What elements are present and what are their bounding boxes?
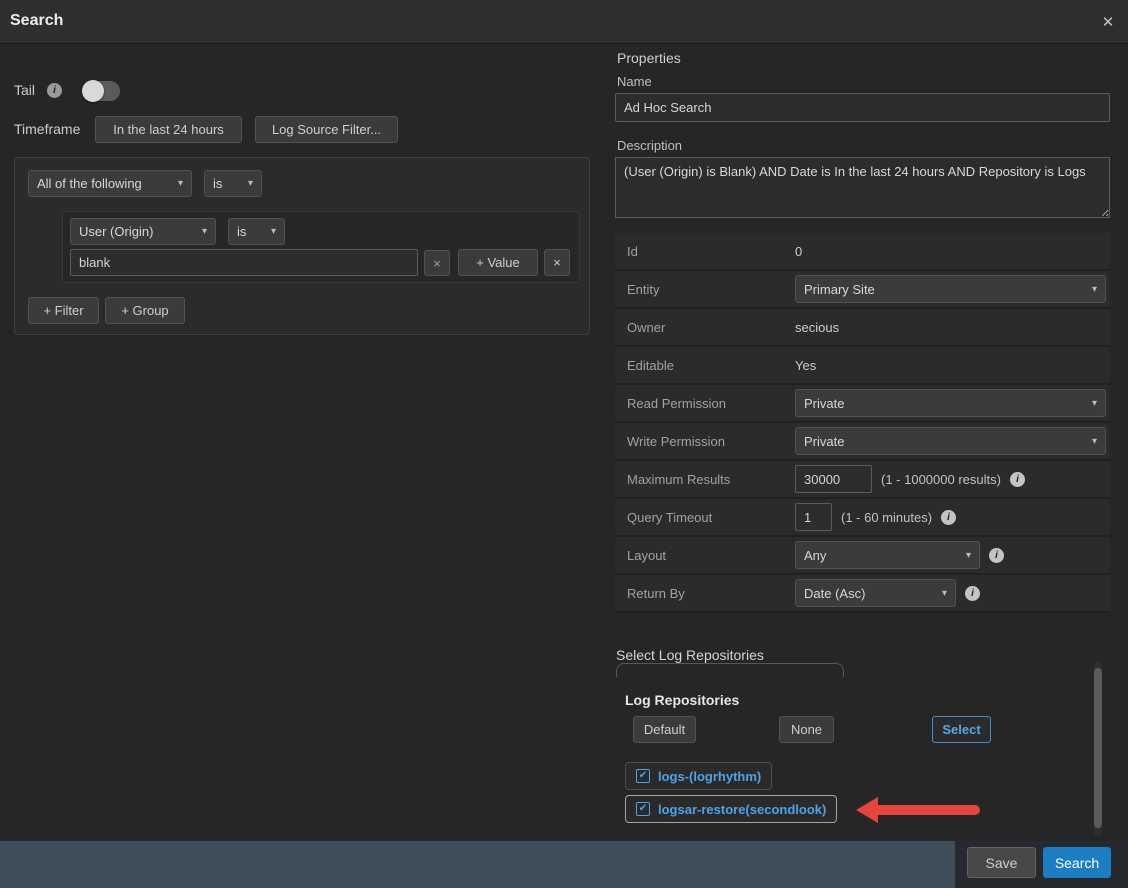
read-permission-select[interactable]: Private ▾ (795, 389, 1106, 417)
chevron-down-icon: ▾ (1092, 436, 1097, 447)
owner-value: secious (795, 320, 839, 335)
toggle-knob (82, 80, 104, 102)
properties-table: Id 0 Entity Primary Site ▾ Owner secious… (615, 233, 1110, 613)
return-by-select[interactable]: Date (Asc) ▾ (795, 579, 956, 607)
close-icon[interactable]: ✕ (1098, 12, 1118, 32)
chevron-down-icon: ▾ (271, 226, 276, 237)
description-label: Description (617, 138, 682, 153)
group-condition-value: is (213, 176, 222, 191)
select-button[interactable]: Select (932, 716, 991, 743)
property-row-entity: Entity Primary Site ▾ (615, 271, 1110, 309)
add-value-button[interactable]: + Value (458, 249, 538, 276)
info-icon[interactable]: i (47, 83, 62, 98)
repo-scrollbar-thumb[interactable] (1094, 668, 1102, 828)
property-row-owner: Owner secious (615, 309, 1110, 347)
repo-item-logs-logrhythm[interactable]: ✔ logs-(logrhythm) (625, 762, 772, 790)
properties-header: Properties (617, 50, 681, 66)
field-condition-value: is (237, 224, 246, 239)
chevron-down-icon: ▾ (248, 178, 253, 189)
maximum-results-hint: (1 - 1000000 results) (881, 472, 1001, 487)
red-arrow-tail (876, 805, 980, 815)
tail-toggle[interactable] (84, 81, 120, 101)
query-timeout-input[interactable] (795, 503, 832, 531)
none-button[interactable]: None (779, 716, 834, 743)
chevron-down-icon: ▾ (966, 550, 971, 561)
id-value: 0 (795, 244, 802, 259)
property-row-write-permission: Write Permission Private ▾ (615, 423, 1110, 461)
property-row-maximum-results: Maximum Results (1 - 1000000 results) i (615, 461, 1110, 499)
info-icon[interactable]: i (941, 510, 956, 525)
remove-filter-button[interactable]: × (544, 249, 570, 276)
group-operator-select[interactable]: All of the following ▾ (28, 170, 192, 197)
name-label: Name (617, 74, 652, 89)
property-row-read-permission: Read Permission Private ▾ (615, 385, 1110, 423)
write-permission-select[interactable]: Private ▾ (795, 427, 1106, 455)
save-button[interactable]: Save (967, 847, 1036, 878)
dialog-title: Search (10, 12, 63, 30)
description-textarea[interactable]: (User (Origin) is Blank) AND Date is In … (615, 157, 1110, 218)
log-source-filter-button[interactable]: Log Source Filter... (255, 116, 398, 143)
name-input[interactable] (615, 93, 1110, 122)
maximum-results-input[interactable] (795, 465, 872, 493)
chevron-down-icon: ▾ (202, 226, 207, 237)
search-button[interactable]: Search (1043, 847, 1111, 878)
property-row-editable: Editable Yes (615, 347, 1110, 385)
chevron-down-icon: ▾ (1092, 398, 1097, 409)
repo-list-top-border (616, 663, 844, 677)
chevron-down-icon: ▾ (178, 178, 183, 189)
log-repositories-title: Log Repositories (625, 692, 739, 708)
checkbox-checked-icon[interactable]: ✔ (636, 802, 650, 816)
red-arrow-icon (856, 797, 878, 823)
add-group-button[interactable]: + Group (105, 297, 185, 324)
layout-select[interactable]: Any ▾ (795, 541, 980, 569)
checkbox-checked-icon[interactable]: ✔ (636, 769, 650, 783)
chevron-down-icon: ▾ (942, 588, 947, 599)
property-row-query-timeout: Query Timeout (1 - 60 minutes) i (615, 499, 1110, 537)
info-icon[interactable]: i (989, 548, 1004, 563)
timeframe-label: Timeframe (14, 121, 80, 137)
group-condition-select[interactable]: is ▾ (204, 170, 262, 197)
property-row-return-by: Return By Date (Asc) ▾ i (615, 575, 1110, 613)
remove-value-button[interactable]: × (424, 250, 450, 276)
field-select[interactable]: User (Origin) ▾ (70, 218, 216, 245)
timeframe-button[interactable]: In the last 24 hours (95, 116, 242, 143)
repo-item-logsar-restore-secondlook[interactable]: ✔ logsar-restore(secondlook) (625, 795, 837, 823)
default-button[interactable]: Default (633, 716, 696, 743)
entity-select[interactable]: Primary Site ▾ (795, 275, 1106, 303)
tail-label: Tail (14, 82, 35, 98)
field-value: User (Origin) (79, 224, 153, 239)
info-icon[interactable]: i (1010, 472, 1025, 487)
chevron-down-icon: ▾ (1092, 284, 1097, 295)
info-icon[interactable]: i (965, 586, 980, 601)
add-filter-button[interactable]: + Filter (28, 297, 99, 324)
property-row-id: Id 0 (615, 233, 1110, 271)
editable-value: Yes (795, 358, 816, 373)
search-dialog: Search ✕ Tail i Timeframe In the last 24… (0, 0, 1128, 888)
dialog-titlebar (0, 0, 1128, 44)
group-operator-value: All of the following (37, 176, 142, 191)
field-condition-select[interactable]: is ▾ (228, 218, 285, 245)
property-row-layout: Layout Any ▾ i (615, 537, 1110, 575)
query-timeout-hint: (1 - 60 minutes) (841, 510, 932, 525)
filter-value-input[interactable] (70, 249, 418, 276)
select-log-repositories-label: Select Log Repositories (616, 647, 764, 663)
